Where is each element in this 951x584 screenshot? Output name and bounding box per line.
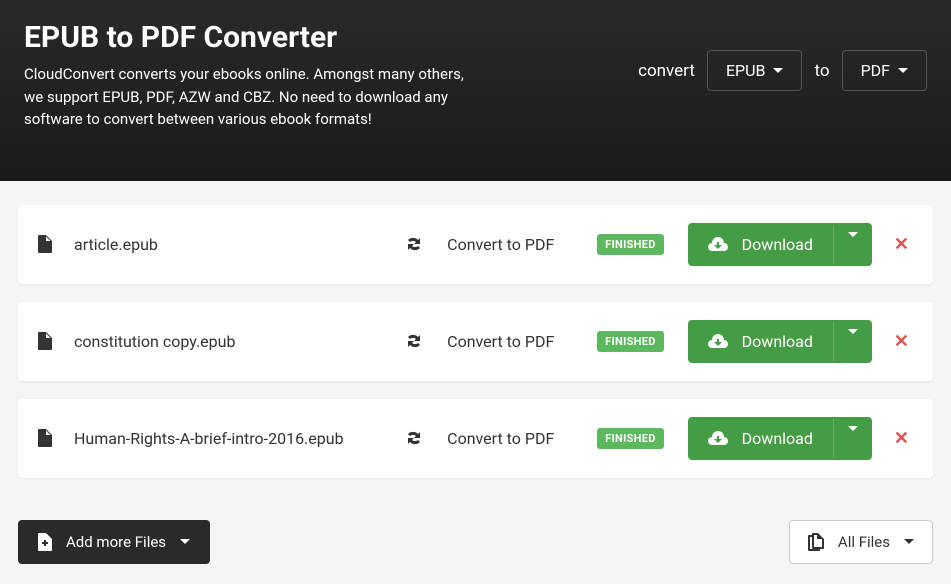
convert-action: Convert to PDF: [447, 332, 597, 351]
download-label: Download: [742, 332, 813, 351]
convert-label: convert: [638, 61, 695, 81]
file-icon: [38, 235, 52, 253]
file-row: Human-Rights-A-brief-intro-2016.epub Con…: [18, 399, 933, 478]
convert-action: Convert to PDF: [447, 429, 597, 448]
status-badge: FINISHED: [597, 234, 664, 255]
add-more-files-button[interactable]: Add more Files: [18, 520, 210, 564]
files-icon: [808, 533, 824, 551]
header: EPUB to PDF Converter CloudConvert conve…: [0, 0, 951, 181]
all-files-label: All Files: [838, 533, 890, 551]
cloud-download-icon: [708, 334, 728, 348]
caret-down-icon: [904, 539, 914, 544]
file-name: constitution copy.epub: [74, 332, 405, 351]
add-more-label: Add more Files: [66, 533, 166, 551]
file-plus-icon: [38, 533, 52, 551]
file-row: article.epub Convert to PDF FINISHED Dow…: [18, 205, 933, 284]
file-icon: [38, 429, 52, 447]
from-format-button[interactable]: EPUB: [707, 50, 803, 91]
download-label: Download: [742, 429, 813, 448]
caret-down-icon: [180, 539, 190, 544]
download-button[interactable]: Download: [688, 223, 872, 266]
file-name: Human-Rights-A-brief-intro-2016.epub: [74, 429, 405, 448]
download-main: Download: [688, 417, 833, 460]
file-icon: [38, 332, 52, 350]
refresh-icon[interactable]: [405, 236, 423, 252]
remove-file-button[interactable]: ✕: [890, 428, 913, 449]
file-name: article.epub: [74, 235, 405, 254]
to-format-text: PDF: [861, 61, 890, 80]
caret-down-icon: [848, 426, 858, 446]
remove-file-button[interactable]: ✕: [890, 331, 913, 352]
download-label: Download: [742, 235, 813, 254]
convert-action: Convert to PDF: [447, 235, 597, 254]
status-badge: FINISHED: [597, 428, 664, 449]
download-main: Download: [688, 223, 833, 266]
all-files-button[interactable]: All Files: [789, 520, 933, 564]
page-description: CloudConvert converts your ebooks online…: [24, 63, 474, 131]
refresh-icon[interactable]: [405, 430, 423, 446]
header-left: EPUB to PDF Converter CloudConvert conve…: [24, 20, 474, 131]
format-selector: convert EPUB to PDF: [638, 50, 927, 91]
caret-down-icon: [898, 68, 908, 73]
to-format-button[interactable]: PDF: [842, 50, 927, 91]
file-row: constitution copy.epub Convert to PDF FI…: [18, 302, 933, 381]
download-options[interactable]: [833, 225, 872, 264]
page-title: EPUB to PDF Converter: [24, 20, 474, 55]
download-options[interactable]: [833, 419, 872, 458]
cloud-download-icon: [708, 431, 728, 445]
to-label: to: [814, 61, 829, 81]
download-button[interactable]: Download: [688, 320, 872, 363]
caret-down-icon: [773, 68, 783, 73]
download-button[interactable]: Download: [688, 417, 872, 460]
caret-down-icon: [848, 329, 858, 349]
status-badge: FINISHED: [597, 331, 664, 352]
cloud-download-icon: [708, 237, 728, 251]
download-main: Download: [688, 320, 833, 363]
remove-file-button[interactable]: ✕: [890, 234, 913, 255]
refresh-icon[interactable]: [405, 333, 423, 349]
from-format-text: EPUB: [726, 61, 766, 80]
download-options[interactable]: [833, 322, 872, 361]
caret-down-icon: [848, 232, 858, 252]
file-list: article.epub Convert to PDF FINISHED Dow…: [0, 181, 951, 520]
